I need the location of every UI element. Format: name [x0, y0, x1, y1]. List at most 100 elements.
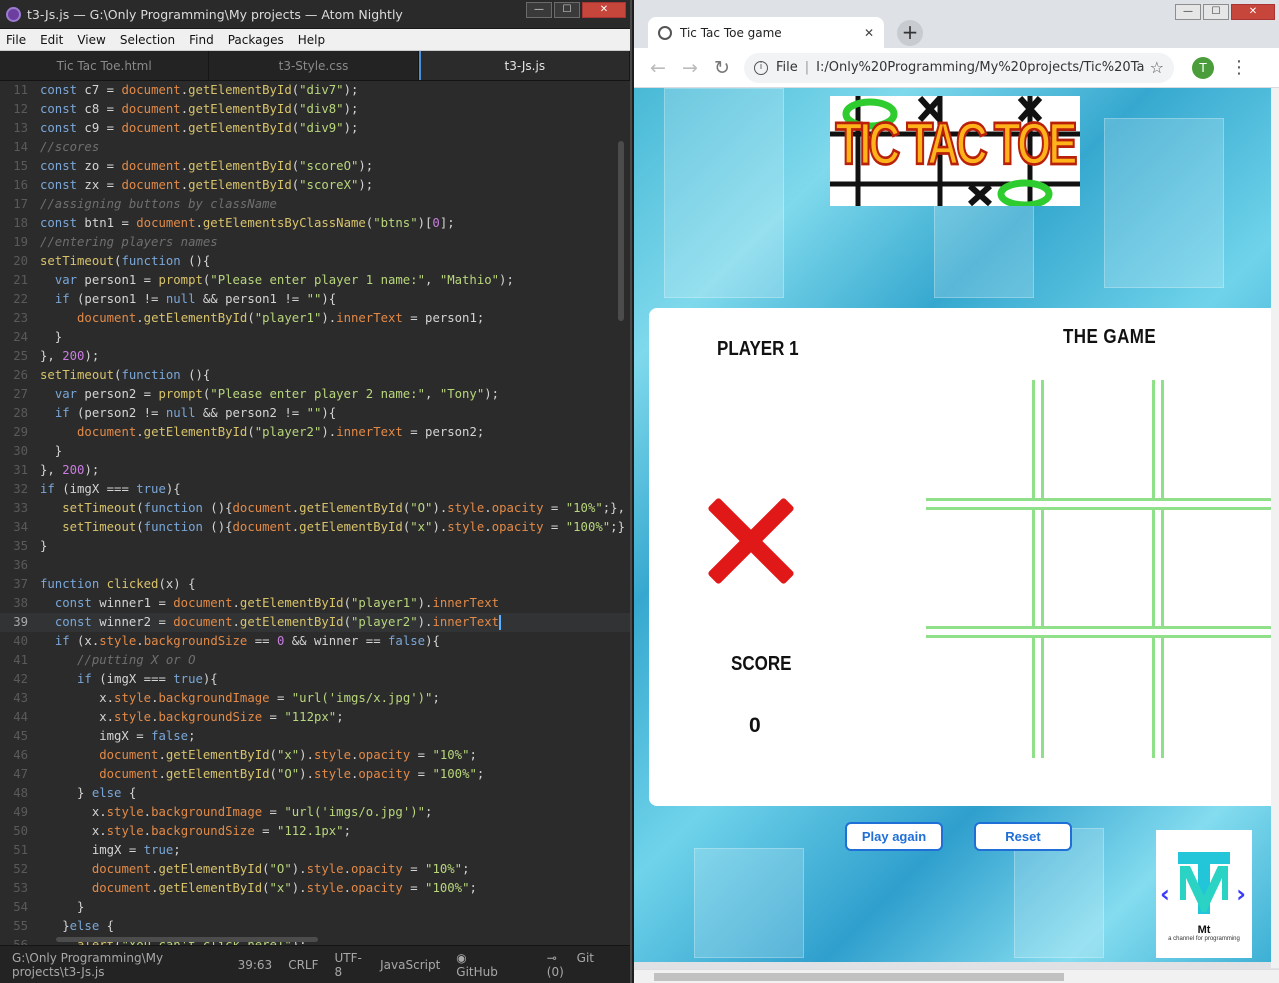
chrome-maximize-button[interactable]: ☐: [1203, 4, 1229, 20]
code-line[interactable]: 17 //assigning buttons by className: [0, 195, 630, 214]
code-line[interactable]: 48 } else {: [0, 784, 630, 803]
tab-t3-js-js[interactable]: t3-Js.js: [418, 51, 630, 80]
chevron-left-icon[interactable]: ‹: [1160, 880, 1170, 908]
board-cell-6[interactable]: [1164, 510, 1279, 626]
status-github[interactable]: ◉ GitHub: [456, 951, 530, 979]
editor-horizontal-scrollbar[interactable]: [56, 937, 318, 942]
profile-avatar[interactable]: T: [1192, 56, 1214, 79]
board-cell-8[interactable]: [1044, 638, 1152, 758]
reload-icon[interactable]: ↻: [706, 57, 738, 79]
url-text[interactable]: I:/Only%20Programming/My%20projects/Tic%…: [816, 60, 1144, 75]
info-icon[interactable]: i: [754, 60, 768, 75]
board-cell-5[interactable]: [1044, 510, 1152, 626]
code-line[interactable]: 28 if (person2 != null && person2 != "")…: [0, 404, 630, 423]
code-line[interactable]: 12 const c8 = document.getElementById("di…: [0, 100, 630, 119]
new-tab-button[interactable]: +: [897, 20, 923, 46]
board-cell-2[interactable]: [1044, 380, 1152, 498]
code-line[interactable]: 34 setTimeout(function (){document.getEl…: [0, 518, 630, 537]
code-line[interactable]: 19 //entering players names: [0, 233, 630, 252]
tab-close-icon[interactable]: ✕: [864, 26, 874, 40]
status-cursor-position[interactable]: 39:63: [238, 958, 273, 972]
code-line[interactable]: 50 x.style.backgroundSize = "112.1px";: [0, 822, 630, 841]
code-line[interactable]: 31}, 200);: [0, 461, 630, 480]
bookmark-star-icon[interactable]: ☆: [1150, 58, 1164, 77]
play-again-button[interactable]: Play again: [845, 822, 943, 851]
board-cell-1[interactable]: [926, 380, 1032, 498]
code-line[interactable]: 37 function clicked(x) {: [0, 575, 630, 594]
code-line[interactable]: 22 if (person1 != null && person1 != "")…: [0, 290, 630, 309]
code-line[interactable]: 55 }else {: [0, 917, 630, 936]
code-line[interactable]: 51 imgX = true;: [0, 841, 630, 860]
code-line[interactable]: 44 x.style.backgroundSize = "112px";: [0, 708, 630, 727]
code-line[interactable]: 14 //scores: [0, 138, 630, 157]
menu-file[interactable]: File: [0, 33, 34, 47]
code-line[interactable]: 42 if (imgX === true){: [0, 670, 630, 689]
code-line[interactable]: 36: [0, 556, 630, 575]
code-line[interactable]: 15 const zo = document.getElementById("sc…: [0, 157, 630, 176]
code-line[interactable]: 39 const winner2 = document.getElementBy…: [0, 613, 630, 632]
maximize-button[interactable]: ☐: [554, 2, 580, 18]
code-line[interactable]: 18 const btn1 = document.getElementsByCla…: [0, 214, 630, 233]
menu-help[interactable]: Help: [292, 33, 333, 47]
status-line-ending[interactable]: CRLF: [288, 958, 318, 972]
forward-arrow-icon[interactable]: →: [674, 57, 706, 79]
menu-find[interactable]: Find: [183, 33, 222, 47]
chevron-right-icon[interactable]: ›: [1236, 880, 1246, 908]
code-line[interactable]: 20 setTimeout(function (){: [0, 252, 630, 271]
code-line[interactable]: 47 document.getElementById("O").style.op…: [0, 765, 630, 784]
code-line[interactable]: 49 x.style.backgroundImage = "url('imgs/…: [0, 803, 630, 822]
reset-button[interactable]: Reset: [974, 822, 1072, 851]
chrome-close-button[interactable]: ✕: [1231, 4, 1275, 20]
code-line[interactable]: 27 var person2 = prompt("Please enter pl…: [0, 385, 630, 404]
menu-selection[interactable]: Selection: [114, 33, 183, 47]
tab-tic-tac-toe-html[interactable]: Tic Tac Toe.html: [0, 51, 210, 80]
menu-packages[interactable]: Packages: [222, 33, 292, 47]
channel-badge[interactable]: ‹ › Mt a channel for programming: [1156, 830, 1252, 958]
code-line[interactable]: 21 var person1 = prompt("Please enter pl…: [0, 271, 630, 290]
code-line[interactable]: 45 imgX = false;: [0, 727, 630, 746]
code-line[interactable]: 54 }: [0, 898, 630, 917]
code-line[interactable]: 25}, 200);: [0, 347, 630, 366]
code-line[interactable]: 35}: [0, 537, 630, 556]
code-line[interactable]: 33 setTimeout(function (){document.getEl…: [0, 499, 630, 518]
code-line[interactable]: 16 const zx = document.getElementById("sc…: [0, 176, 630, 195]
chrome-minimize-button[interactable]: —: [1175, 4, 1201, 20]
code-line[interactable]: 53 document.getElementById("x").style.op…: [0, 879, 630, 898]
close-button[interactable]: ✕: [582, 2, 626, 18]
status-git[interactable]: ⊸ Git (0): [547, 951, 618, 979]
page-horizontal-scrollbar[interactable]: [634, 969, 1279, 983]
code-line[interactable]: 38 const winner1 = document.getElementBy…: [0, 594, 630, 613]
address-bar[interactable]: i File | I:/Only%20Programming/My%20proj…: [744, 52, 1174, 83]
code-line[interactable]: 29 document.getElementById("player2").in…: [0, 423, 630, 442]
code-line[interactable]: 11 const c7 = document.getElementById("di…: [0, 81, 630, 100]
status-grammar[interactable]: JavaScript: [380, 958, 440, 972]
status-encoding[interactable]: UTF-8: [335, 951, 365, 979]
minimize-button[interactable]: —: [526, 2, 552, 18]
code-line[interactable]: 41 //putting X or O: [0, 651, 630, 670]
code-line[interactable]: 24 }: [0, 328, 630, 347]
tab-t3-style-css[interactable]: t3-Style.css: [209, 51, 419, 80]
code-line[interactable]: 52 document.getElementById("O").style.op…: [0, 860, 630, 879]
code-line[interactable]: 13 const c9 = document.getElementById("di…: [0, 119, 630, 138]
kebab-menu-icon[interactable]: ⋮: [1230, 57, 1248, 78]
code-line[interactable]: 30 }: [0, 442, 630, 461]
code-line[interactable]: 46 document.getElementById("x").style.op…: [0, 746, 630, 765]
editor-vertical-scrollbar[interactable]: [618, 141, 624, 321]
horizontal-scroll-thumb[interactable]: [654, 973, 1064, 981]
code-editor[interactable]: 11 const c7 = document.getElementById("di…: [0, 81, 630, 945]
board-cell-4[interactable]: [926, 510, 1032, 626]
menu-edit[interactable]: Edit: [34, 33, 71, 47]
code-line[interactable]: 26 setTimeout(function (){: [0, 366, 630, 385]
page-vertical-scrollbar[interactable]: [1271, 88, 1279, 968]
board-cell-7[interactable]: [926, 638, 1032, 758]
code-line[interactable]: 32 if (imgX === true){: [0, 480, 630, 499]
status-file-path[interactable]: G:\Only Programming\My projects\t3-Js.js: [12, 951, 222, 979]
code-line[interactable]: 40 if (x.style.backgroundSize == 0 && wi…: [0, 632, 630, 651]
code-line[interactable]: 43 x.style.backgroundImage = "url('imgs/…: [0, 689, 630, 708]
board-cell-3[interactable]: [1164, 380, 1279, 498]
browser-tab[interactable]: Tic Tac Toe game ✕: [648, 17, 884, 48]
menu-view[interactable]: View: [71, 33, 113, 47]
back-arrow-icon[interactable]: ←: [642, 57, 674, 79]
board-cell-9[interactable]: [1164, 638, 1279, 758]
code-line[interactable]: 23 document.getElementById("player1").in…: [0, 309, 630, 328]
